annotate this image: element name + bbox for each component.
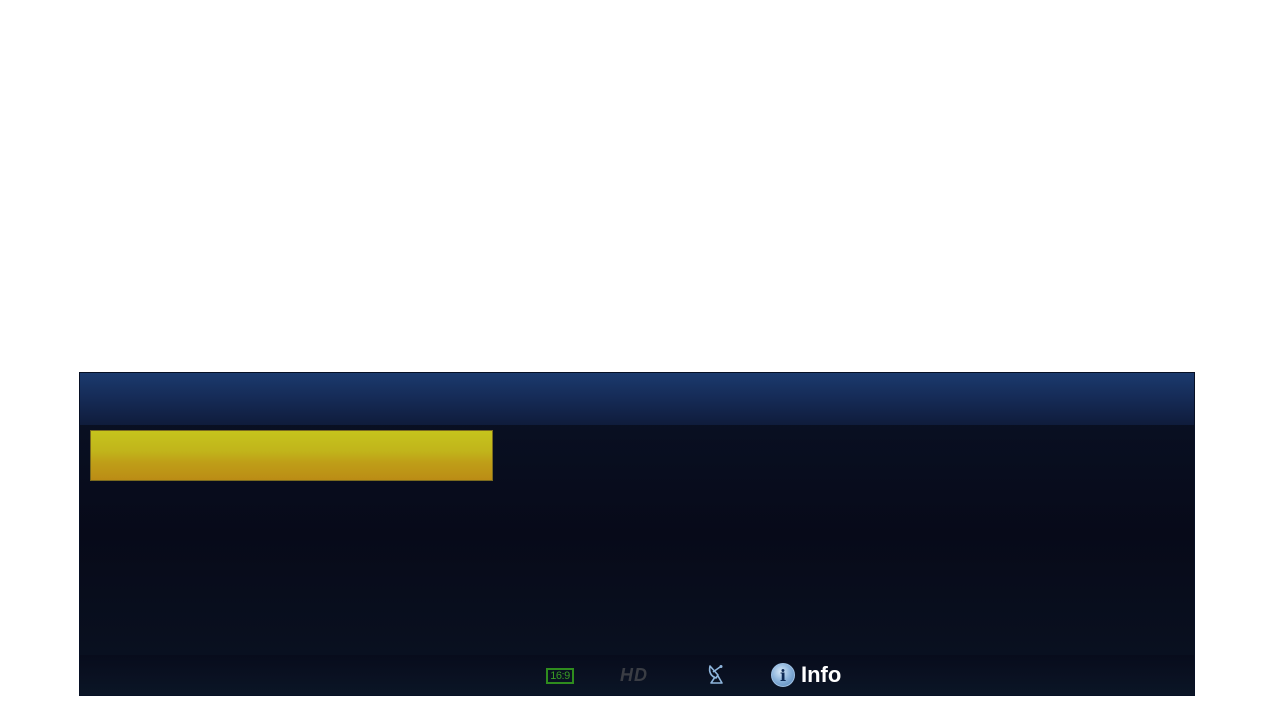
- selected-channel-highlight[interactable]: [90, 430, 493, 481]
- info-label: Info: [801, 662, 842, 687]
- info-icon: i: [771, 663, 795, 687]
- info-bar-header: [80, 373, 1194, 425]
- tv-screen: 16:9 HD i Info: [0, 0, 1280, 720]
- info-icon-glyph: i: [779, 666, 787, 685]
- info-button[interactable]: i Info: [771, 662, 841, 688]
- aspect-ratio-badge: 16:9: [546, 668, 574, 684]
- channel-info-bar: 16:9 HD i Info: [79, 372, 1195, 696]
- satellite-dish-icon: [708, 665, 723, 684]
- hd-badge: HD: [620, 665, 648, 685]
